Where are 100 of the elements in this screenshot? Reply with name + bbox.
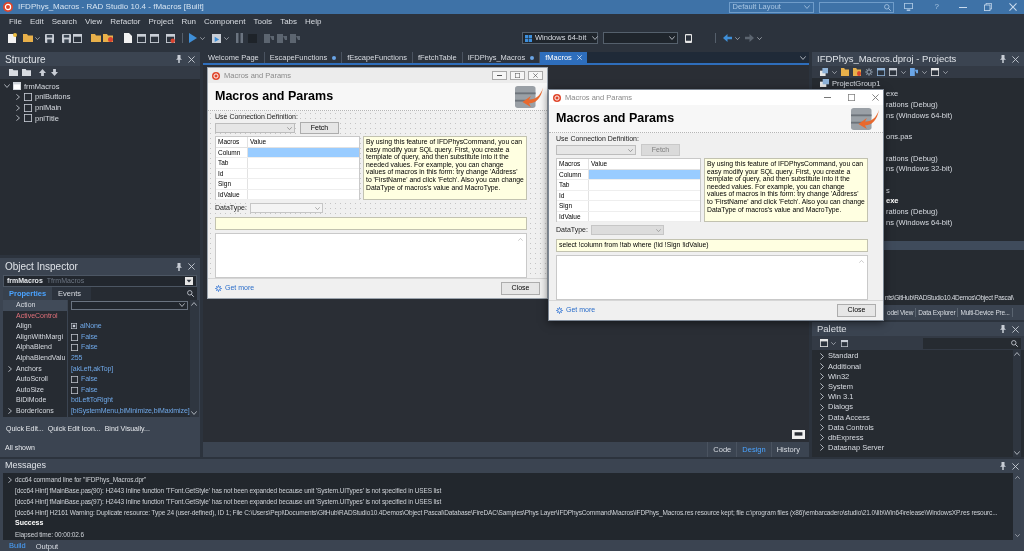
caret-icon[interactable] [943, 70, 948, 74]
chevron-right-icon[interactable] [7, 365, 12, 372]
selected-cell[interactable] [248, 147, 359, 157]
folder-icon[interactable] [103, 34, 113, 42]
menu-item[interactable]: Project [148, 15, 174, 28]
caret-icon [592, 36, 599, 40]
menu-item[interactable]: Tabs [280, 15, 298, 28]
menu-item[interactable]: Component [204, 15, 246, 28]
chevron-right-icon[interactable] [8, 476, 12, 483]
scroll-up-icon [1014, 352, 1020, 356]
checkbox-icon[interactable] [71, 386, 78, 394]
folder-icon[interactable] [91, 34, 101, 42]
panel-title: Object Inspector [5, 260, 78, 274]
list-icon[interactable] [910, 68, 918, 76]
search-field[interactable] [818, 1, 894, 13]
run-icon[interactable] [189, 33, 197, 43]
caret-icon [314, 206, 320, 210]
monitor-icon[interactable] [903, 3, 913, 11]
component-icon[interactable] [841, 339, 848, 347]
close-button[interactable] [528, 71, 543, 80]
minimize-button[interactable] [492, 71, 507, 80]
pin-icon[interactable] [176, 262, 182, 271]
search-icon [883, 3, 891, 11]
device-icon[interactable] [685, 33, 692, 43]
close-icon [533, 73, 538, 78]
pin-icon[interactable] [1000, 55, 1006, 63]
down-arrow-icon[interactable] [51, 69, 58, 76]
caret-icon[interactable] [832, 70, 837, 74]
save-icon[interactable] [62, 33, 71, 43]
config-dropdown[interactable] [603, 32, 678, 44]
file-icon[interactable] [124, 33, 132, 43]
caret-icon[interactable] [901, 70, 906, 74]
sql-field[interactable] [215, 216, 527, 230]
chevron-right-icon[interactable] [16, 115, 20, 122]
radio-icon [71, 323, 77, 330]
up-arrow-icon[interactable] [39, 69, 46, 76]
folder-icon[interactable] [841, 68, 849, 76]
project-icon[interactable] [820, 68, 828, 76]
window-icon[interactable] [931, 68, 939, 76]
memo-field[interactable] [556, 254, 868, 300]
window-title: IFDPhys_Macros - RAD Studio 10.4 - fMacros [Built] [18, 1, 204, 13]
search-field[interactable] [923, 337, 1021, 349]
scrollbar[interactable] [189, 300, 199, 417]
tab-list-icon[interactable] [800, 55, 806, 60]
pin-icon[interactable] [1000, 462, 1006, 470]
checkbox-icon[interactable] [71, 375, 78, 383]
caret-icon[interactable] [224, 36, 229, 40]
minimize-icon[interactable] [959, 6, 967, 8]
run-window-icon[interactable] [212, 33, 221, 43]
component-icon[interactable] [820, 339, 828, 347]
menu-item[interactable]: Run [181, 15, 197, 28]
caret-icon[interactable] [922, 70, 927, 74]
menu-item[interactable]: Edit [29, 15, 44, 28]
panel-title: Structure [5, 52, 46, 67]
scroll-down-icon [1014, 534, 1020, 537]
pause-icon[interactable] [236, 33, 243, 43]
window-icon[interactable] [166, 33, 175, 43]
caret-icon [287, 126, 292, 130]
checkbox-icon[interactable] [71, 333, 78, 341]
gear-icon[interactable] [865, 68, 873, 76]
pin-icon[interactable] [1000, 325, 1006, 333]
new-file-icon[interactable] [8, 33, 17, 43]
close-icon[interactable] [872, 94, 879, 101]
selected-cell[interactable] [589, 169, 700, 179]
scroll-up-icon [191, 302, 198, 306]
restore-icon[interactable] [984, 3, 992, 11]
chevron-right-icon[interactable] [16, 104, 20, 111]
menu-item[interactable]: Help [305, 15, 322, 28]
checkbox-icon[interactable] [71, 344, 78, 352]
caret-icon [628, 148, 633, 152]
caret-icon[interactable] [200, 36, 205, 40]
menu-item[interactable]: File [9, 15, 22, 28]
property-dropdown[interactable] [71, 300, 188, 310]
menu-item[interactable]: Refactor [110, 15, 141, 28]
search-field[interactable] [91, 287, 197, 300]
caret-icon[interactable] [35, 36, 40, 40]
chevron-right-icon[interactable] [7, 408, 12, 415]
back-arrow-icon[interactable] [723, 34, 732, 42]
folder-icon[interactable] [853, 68, 861, 76]
app-icon [212, 71, 220, 80]
maximize-icon[interactable] [848, 94, 855, 101]
minimize-icon [497, 75, 502, 76]
memo-field[interactable] [215, 232, 527, 278]
gear-icon [215, 285, 222, 292]
caret-icon[interactable] [831, 341, 836, 345]
chevron-down-icon[interactable] [4, 84, 10, 89]
menu-item[interactable]: Search [51, 15, 78, 28]
menu-item[interactable]: Tools [253, 15, 273, 28]
scrollbar[interactable] [1013, 350, 1021, 457]
chevron-right-icon[interactable] [16, 94, 20, 101]
save-icon[interactable] [45, 33, 54, 43]
window-icon[interactable] [792, 430, 805, 439]
maximize-button[interactable] [510, 71, 525, 80]
menu-item[interactable]: View [85, 15, 103, 28]
window-icon[interactable] [73, 33, 82, 43]
folder-icon[interactable] [23, 34, 33, 42]
scroll-down-icon [1014, 451, 1020, 455]
maximize-icon [515, 73, 520, 78]
form-icon [13, 82, 21, 91]
pin-icon[interactable] [176, 55, 182, 63]
